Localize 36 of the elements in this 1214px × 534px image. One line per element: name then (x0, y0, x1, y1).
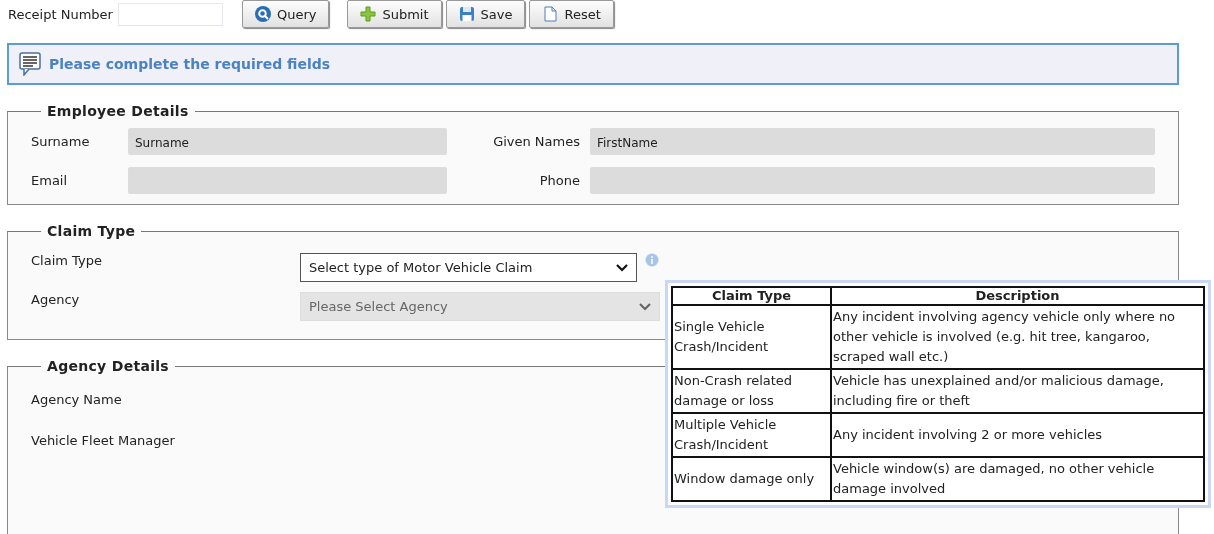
column-header: Claim Type (672, 287, 831, 305)
chevron-down-icon (616, 263, 628, 272)
table-cell: Multiple Vehicle Crash/Incident (672, 413, 831, 457)
chevron-down-icon (639, 302, 651, 311)
table-cell: Vehicle window(s) are damaged, no other vehicle damage involved (831, 457, 1204, 501)
table-cell: Window damage only (672, 457, 831, 501)
message-icon (19, 52, 41, 76)
plus-icon (360, 6, 377, 22)
search-icon (254, 6, 271, 22)
table-cell: Any incident involving 2 or more vehicles (831, 413, 1204, 457)
field-label: Agency Name (31, 392, 122, 407)
column-header: Description (831, 287, 1204, 305)
field-label: Given Names (492, 134, 581, 149)
table-cell: Any incident involving agency vehicle only where no other vehicle is involved (e.g. hit tree, kangaroo, scraped wall etc.) (831, 305, 1204, 369)
section-title: Employee Details (46, 103, 190, 119)
toolbar-button[interactable]: Query (241, 0, 330, 28)
dropdown[interactable]: Select type of Motor Vehicle Claim (300, 253, 637, 282)
table-cell: Vehicle has unexplained and/or malicious damage, including fire or theft (831, 369, 1204, 413)
field-label: Claim Type (31, 253, 103, 268)
toolbar-button[interactable]: Reset (529, 0, 614, 28)
section-title: Claim Type (46, 223, 137, 239)
field-label: Email (31, 173, 69, 188)
field-label: Receipt Number (8, 6, 113, 22)
field-label: Surname (31, 134, 91, 149)
document-icon (542, 6, 559, 22)
section-title: Agency Details (46, 358, 170, 374)
toolbar-button[interactable]: Save (445, 0, 526, 28)
field-label: Agency (31, 292, 81, 307)
info-icon (645, 253, 659, 267)
table-cell: Single Vehicle Crash/Incident (672, 305, 831, 369)
field-label: Phone (538, 173, 581, 188)
message-text: Please complete the required fields (49, 56, 331, 72)
toolbar-button[interactable]: Submit (347, 0, 442, 28)
table-cell: Non-Crash related damage or loss (672, 369, 831, 413)
receipt-number-field[interactable] (117, 2, 223, 26)
field-label: Vehicle Fleet Manager (31, 433, 175, 448)
